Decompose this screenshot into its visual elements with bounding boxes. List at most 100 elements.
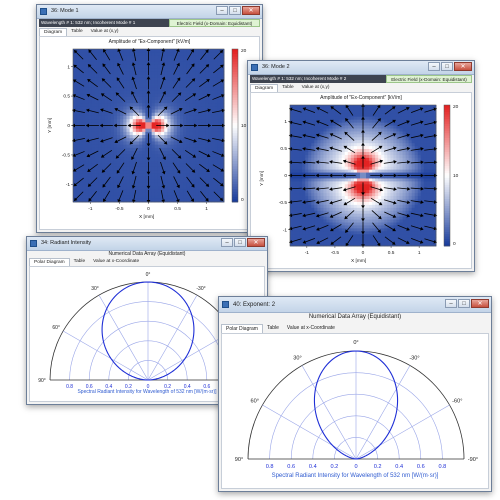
maximize-icon[interactable]: □ bbox=[234, 238, 246, 247]
window-mode-1[interactable]: 36: Mode 1 – □ ✕ Wavelength # 1: 532 nm;… bbox=[36, 4, 263, 233]
array-header: Numerical Data Array (Equidistant) bbox=[108, 251, 186, 257]
tab-diagram[interactable]: Diagram bbox=[39, 28, 68, 36]
x-tick-label: -1 bbox=[305, 250, 310, 256]
maximize-icon[interactable]: □ bbox=[229, 6, 241, 15]
window-mode-2[interactable]: 36: Mode 2 – □ ✕ Wavelength # 1: 532 nm;… bbox=[247, 60, 475, 272]
app-window-icon bbox=[251, 64, 258, 71]
polar-angle-label: 0° bbox=[353, 340, 358, 346]
colorbar-segment bbox=[232, 102, 238, 106]
colorbar-segment bbox=[444, 208, 450, 212]
colorbar-segment bbox=[232, 171, 238, 175]
colorbar-tick-label: 10 bbox=[453, 173, 459, 179]
colorbar-segment bbox=[444, 123, 450, 127]
colorbar-segment bbox=[232, 112, 238, 116]
colorbar-segment bbox=[232, 89, 238, 93]
colorbar-segment bbox=[444, 144, 450, 148]
colorbar-segment bbox=[444, 180, 450, 183]
colorbar-segment bbox=[444, 163, 450, 167]
tab-table[interactable]: Table bbox=[278, 84, 297, 92]
y-tick-label: -1 bbox=[283, 227, 288, 233]
colorbar-segment bbox=[232, 138, 238, 142]
minimize-icon[interactable]: – bbox=[216, 6, 228, 15]
colorbar-segment bbox=[444, 224, 450, 228]
colorbar-segment bbox=[232, 49, 238, 52]
colorbar-segment bbox=[232, 84, 238, 88]
tab-table[interactable]: Table bbox=[70, 258, 89, 266]
colorbar-segment bbox=[444, 166, 450, 169]
window-title: 40: Exponent: 2 bbox=[233, 302, 276, 308]
colorbar-segment bbox=[444, 170, 450, 174]
minimize-icon[interactable]: – bbox=[428, 62, 440, 71]
colorbar-segment bbox=[232, 128, 238, 131]
colorbar-segment bbox=[232, 143, 238, 147]
maximize-icon[interactable]: □ bbox=[441, 62, 453, 71]
colorbar-segment bbox=[444, 203, 450, 207]
window-exponent-2[interactable]: 40: Exponent: 2 – □ ✕ Numerical Data Arr… bbox=[218, 296, 492, 492]
colorbar-segment bbox=[232, 107, 238, 111]
tab-polar-diagram[interactable]: Polar Diagram bbox=[29, 258, 70, 266]
colorbar-segment bbox=[232, 59, 238, 63]
colorbar-segment bbox=[232, 179, 238, 182]
app-window-icon bbox=[40, 8, 47, 15]
colorbar-segment bbox=[232, 191, 238, 195]
colorbar-segment bbox=[232, 64, 238, 68]
colorbar-segment bbox=[444, 229, 450, 233]
polar-angle-label: -90° bbox=[468, 457, 478, 463]
y-tick-label: 0.5 bbox=[280, 146, 287, 152]
colorbar-segment bbox=[444, 105, 450, 108]
x-tick-label: 0.5 bbox=[388, 250, 395, 256]
polar-radial-tick: 0 bbox=[354, 464, 357, 470]
colorbar-segment bbox=[232, 82, 238, 86]
tab-table[interactable]: Table bbox=[67, 28, 86, 36]
tab-polar-diagram[interactable]: Polar Diagram bbox=[221, 324, 263, 333]
tab-value-at-x[interactable]: Value at x-Coordinate bbox=[89, 258, 143, 266]
colorbar-segment bbox=[444, 142, 450, 146]
close-icon[interactable]: ✕ bbox=[454, 62, 472, 71]
x-tick-label: 0.5 bbox=[174, 206, 181, 212]
colorbar-segment bbox=[444, 175, 450, 179]
colorbar-segment bbox=[232, 100, 238, 103]
tab-value-at-x[interactable]: Value at x-Coordinate bbox=[283, 324, 339, 333]
colorbar-segment bbox=[232, 130, 238, 134]
colorbar-segment bbox=[232, 135, 238, 139]
tab-table[interactable]: Table bbox=[263, 324, 283, 333]
colorbar-segment bbox=[444, 135, 450, 139]
polar-radial-tick: 0.8 bbox=[439, 464, 447, 470]
window-titlebar[interactable]: 36: Mode 2 – □ ✕ bbox=[248, 61, 474, 75]
colorbar-segment bbox=[444, 201, 450, 205]
polar-spoke bbox=[262, 404, 357, 460]
polar-angle-label: 90° bbox=[235, 457, 243, 463]
colorbar-segment bbox=[444, 182, 450, 186]
minimize-icon[interactable]: – bbox=[221, 238, 233, 247]
x-axis-label: X [mm] bbox=[139, 215, 155, 220]
tab-diagram[interactable]: Diagram bbox=[250, 84, 279, 92]
colorbar-segment bbox=[444, 215, 450, 219]
colorbar-segment bbox=[444, 231, 450, 235]
window-titlebar[interactable]: 34: Radiant Intensity – □ ✕ bbox=[27, 237, 267, 251]
colorbar-segment bbox=[232, 166, 238, 170]
info-field-type: Electric Field (x-Domain: Equidistant) bbox=[169, 19, 260, 27]
close-icon[interactable]: ✕ bbox=[471, 299, 489, 308]
close-icon[interactable]: ✕ bbox=[247, 238, 265, 247]
window-titlebar[interactable]: 36: Mode 1 – □ ✕ bbox=[37, 5, 262, 19]
colorbar-tick-label: 0 bbox=[453, 241, 456, 247]
tab-value-at-xy[interactable]: Value at (x,y) bbox=[87, 28, 123, 36]
colorbar-tick-label: 20 bbox=[453, 104, 459, 110]
colorbar-segment bbox=[444, 126, 450, 129]
colorbar-segment bbox=[444, 119, 450, 122]
minimize-icon[interactable]: – bbox=[445, 299, 457, 308]
colorbar-segment bbox=[232, 181, 238, 185]
colorbar-segment bbox=[232, 117, 238, 121]
polar-angle-label: 90° bbox=[38, 378, 46, 384]
tab-value-at-xy[interactable]: Value at (x,y) bbox=[298, 84, 334, 92]
close-icon[interactable]: ✕ bbox=[242, 6, 260, 15]
maximize-icon[interactable]: □ bbox=[458, 299, 470, 308]
colorbar-segment bbox=[444, 156, 450, 160]
colorbar-segment bbox=[232, 153, 238, 157]
colorbar-segment bbox=[444, 161, 450, 165]
colorbar-segment bbox=[444, 133, 450, 136]
window-titlebar[interactable]: 40: Exponent: 2 – □ ✕ bbox=[219, 297, 491, 313]
colorbar-segment bbox=[232, 133, 238, 137]
window-title: 34: Radiant Intensity bbox=[41, 240, 92, 246]
colorbar-segment bbox=[232, 110, 238, 114]
